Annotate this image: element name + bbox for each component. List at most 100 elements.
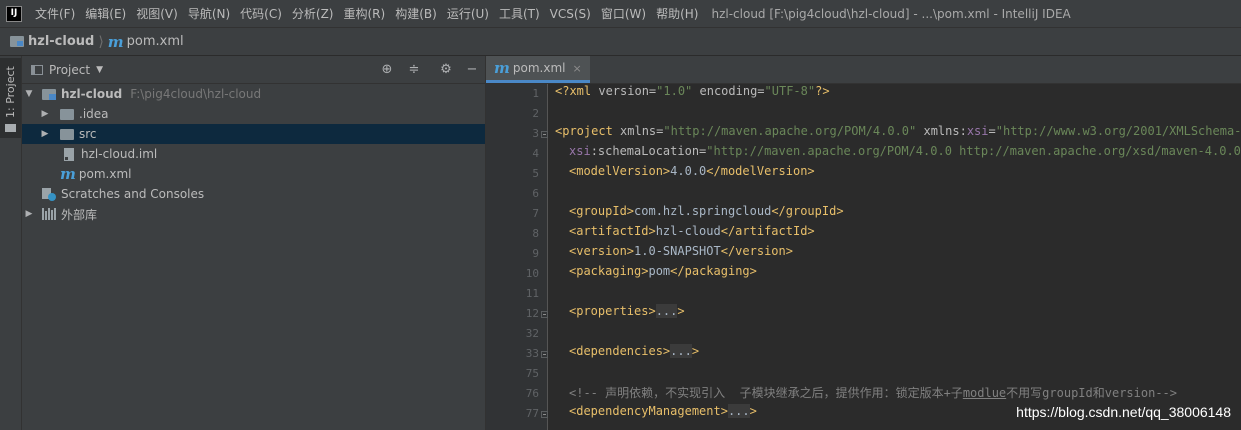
line-number: 9 [532, 247, 539, 260]
line-number: 11 [525, 287, 539, 300]
tree-item-label: hzl-cloud [61, 87, 123, 101]
menu-vcs[interactable]: VCS(S) [545, 0, 596, 28]
project-panel-header: Project ▼ ⊕ ≑ ⚙ − [22, 56, 485, 84]
close-icon[interactable]: × [572, 62, 581, 75]
code-line-10: <packaging>pom</packaging> [569, 264, 757, 278]
menu-tools[interactable]: 工具(T) [494, 0, 545, 28]
code-line-76: <!-- 声明依赖，不实现引入 子模块继承之后，提供作用：锁定版本+子modlu… [569, 386, 1177, 400]
line-number: 76 [525, 387, 539, 400]
menu-bar: IJ 文件(F) 编辑(E) 视图(V) 导航(N) 代码(C) 分析(Z) 重… [0, 0, 1241, 28]
code-line-12: <properties>...> [569, 304, 685, 318]
module-folder-icon [42, 88, 56, 100]
menu-code[interactable]: 代码(C) [235, 0, 287, 28]
line-number: 6 [532, 187, 539, 200]
line-number: 75 [525, 367, 539, 380]
module-folder-icon [10, 36, 24, 47]
tree-item-scratches[interactable]: Scratches and Consoles [22, 184, 485, 204]
locate-file-icon[interactable]: ⊕ [379, 62, 395, 78]
breadcrumb-file[interactable]: pom.xml [127, 34, 184, 49]
tree-item-idea[interactable]: ▶ .idea [22, 104, 485, 124]
tree-item-path: F:\pig4cloud\hzl-cloud [130, 87, 262, 101]
fold-marker-icon[interactable] [541, 311, 548, 318]
menu-edit[interactable]: 编辑(E) [80, 0, 131, 28]
line-number: 3 [532, 127, 539, 140]
fold-marker-icon[interactable] [541, 411, 548, 418]
hide-panel-icon[interactable]: − [464, 62, 480, 78]
tree-item-external-libraries[interactable]: ▶ 外部库 [22, 204, 485, 224]
tree-item-label: 外部库 [61, 207, 98, 222]
project-panel: Project ▼ ⊕ ≑ ⚙ − ▼ hzl-cloud F:\pig4clo… [22, 56, 486, 430]
tree-item-hzl-cloud[interactable]: ▼ hzl-cloud F:\pig4cloud\hzl-cloud [22, 84, 485, 104]
line-number: 12 [525, 307, 539, 320]
folded-region[interactable]: ... [670, 344, 692, 358]
menu-navigate[interactable]: 导航(N) [183, 0, 235, 28]
window-title: hzl-cloud [F:\pig4cloud\hzl-cloud] - ...… [711, 6, 1071, 21]
code-line-77: <dependencyManagement>...> [569, 404, 757, 418]
tree-item-pom[interactable]: m pom.xml [22, 164, 485, 184]
tab-label: pom.xml [512, 61, 566, 75]
scratches-icon [42, 187, 56, 201]
tree-item-src[interactable]: ▶ src [22, 124, 485, 144]
collapsed-arrow-icon[interactable]: ▶ [40, 129, 50, 139]
editor: m pom.xml × 1 2 3 4 5 6 7 8 9 10 11 12 3… [486, 56, 1241, 430]
line-number: 10 [525, 267, 539, 280]
line-number: 2 [532, 107, 539, 120]
tree-item-iml[interactable]: hzl-cloud.iml [22, 144, 485, 164]
code-line-4: xsi:schemaLocation="http://maven.apache.… [569, 144, 1241, 158]
breadcrumb-project[interactable]: hzl-cloud [28, 34, 94, 49]
intellij-logo-icon: IJ [6, 5, 22, 22]
code-line-7: <groupId>com.hzl.springcloud</groupId> [569, 204, 844, 218]
line-number: 5 [532, 167, 539, 180]
fold-marker-icon[interactable] [541, 351, 548, 358]
project-tool-tab[interactable]: 1: Project [0, 58, 21, 138]
line-number: 32 [525, 327, 539, 340]
menu-help[interactable]: 帮助(H) [651, 0, 703, 28]
code-line-33: <dependencies>...> [569, 344, 700, 358]
menu-refactor[interactable]: 重构(R) [339, 0, 391, 28]
line-number: 4 [532, 147, 539, 160]
tree-item-label: hzl-cloud.iml [81, 147, 158, 161]
menu-view[interactable]: 视图(V) [131, 0, 183, 28]
code-area[interactable]: <?xml version="1.0" encoding="UTF-8"?> <… [555, 84, 1241, 430]
collapsed-arrow-icon[interactable]: ▶ [40, 109, 50, 119]
maven-icon: m [60, 165, 76, 183]
folded-region[interactable]: ... [727, 404, 750, 418]
project-tree: ▼ hzl-cloud F:\pig4cloud\hzl-cloud ▶ .id… [22, 84, 485, 224]
tab-pom-xml[interactable]: m pom.xml × [486, 56, 590, 83]
library-icon [42, 208, 56, 220]
tree-item-label: pom.xml [78, 167, 132, 181]
code-line-1: <?xml version="1.0" encoding="UTF-8"?> [555, 84, 830, 98]
code-line-9: <version>1.0-SNAPSHOT</version> [569, 244, 793, 258]
gear-icon[interactable]: ⚙ [438, 62, 454, 78]
code-line-5: <modelVersion>4.0.0</modelVersion> [569, 164, 815, 178]
menu-window[interactable]: 窗口(W) [596, 0, 651, 28]
fold-marker-icon[interactable] [541, 131, 548, 138]
tree-item-label: .idea [79, 107, 109, 121]
folder-icon [60, 108, 74, 120]
editor-gutter: 1 2 3 4 5 6 7 8 9 10 11 12 32 33 75 76 7… [486, 84, 548, 430]
menu-build[interactable]: 构建(B) [390, 0, 442, 28]
line-number: 33 [525, 347, 539, 360]
code-line-8: <artifactId>hzl-cloud</artifactId> [569, 224, 815, 238]
editor-tabs: m pom.xml × [486, 56, 1241, 84]
line-number: 77 [525, 407, 539, 420]
collapse-all-icon[interactable]: ≑ [406, 62, 422, 78]
maven-icon: m [107, 32, 124, 51]
collapsed-arrow-icon[interactable]: ▶ [24, 209, 34, 219]
chevron-down-icon[interactable]: ▼ [96, 65, 103, 75]
project-view-icon [31, 64, 43, 75]
watermark: https://blog.csdn.net/qq_38006148 [1016, 404, 1231, 420]
project-view-selector[interactable]: Project [49, 63, 90, 77]
project-folder-icon [5, 124, 16, 132]
breadcrumb-separator: ⟩ [98, 33, 104, 50]
menu-analyze[interactable]: 分析(Z) [287, 0, 339, 28]
tree-item-label: Scratches and Consoles [61, 187, 205, 201]
menu-run[interactable]: 运行(U) [442, 0, 494, 28]
menu-file[interactable]: 文件(F) [30, 0, 80, 28]
iml-file-icon [64, 147, 74, 161]
navigation-bar: hzl-cloud ⟩ m pom.xml [0, 28, 1241, 56]
left-tool-strip: 1: Project [0, 56, 22, 430]
expand-arrow-icon[interactable]: ▼ [24, 89, 34, 99]
line-number: 1 [532, 87, 539, 100]
folded-region[interactable]: ... [655, 304, 678, 318]
